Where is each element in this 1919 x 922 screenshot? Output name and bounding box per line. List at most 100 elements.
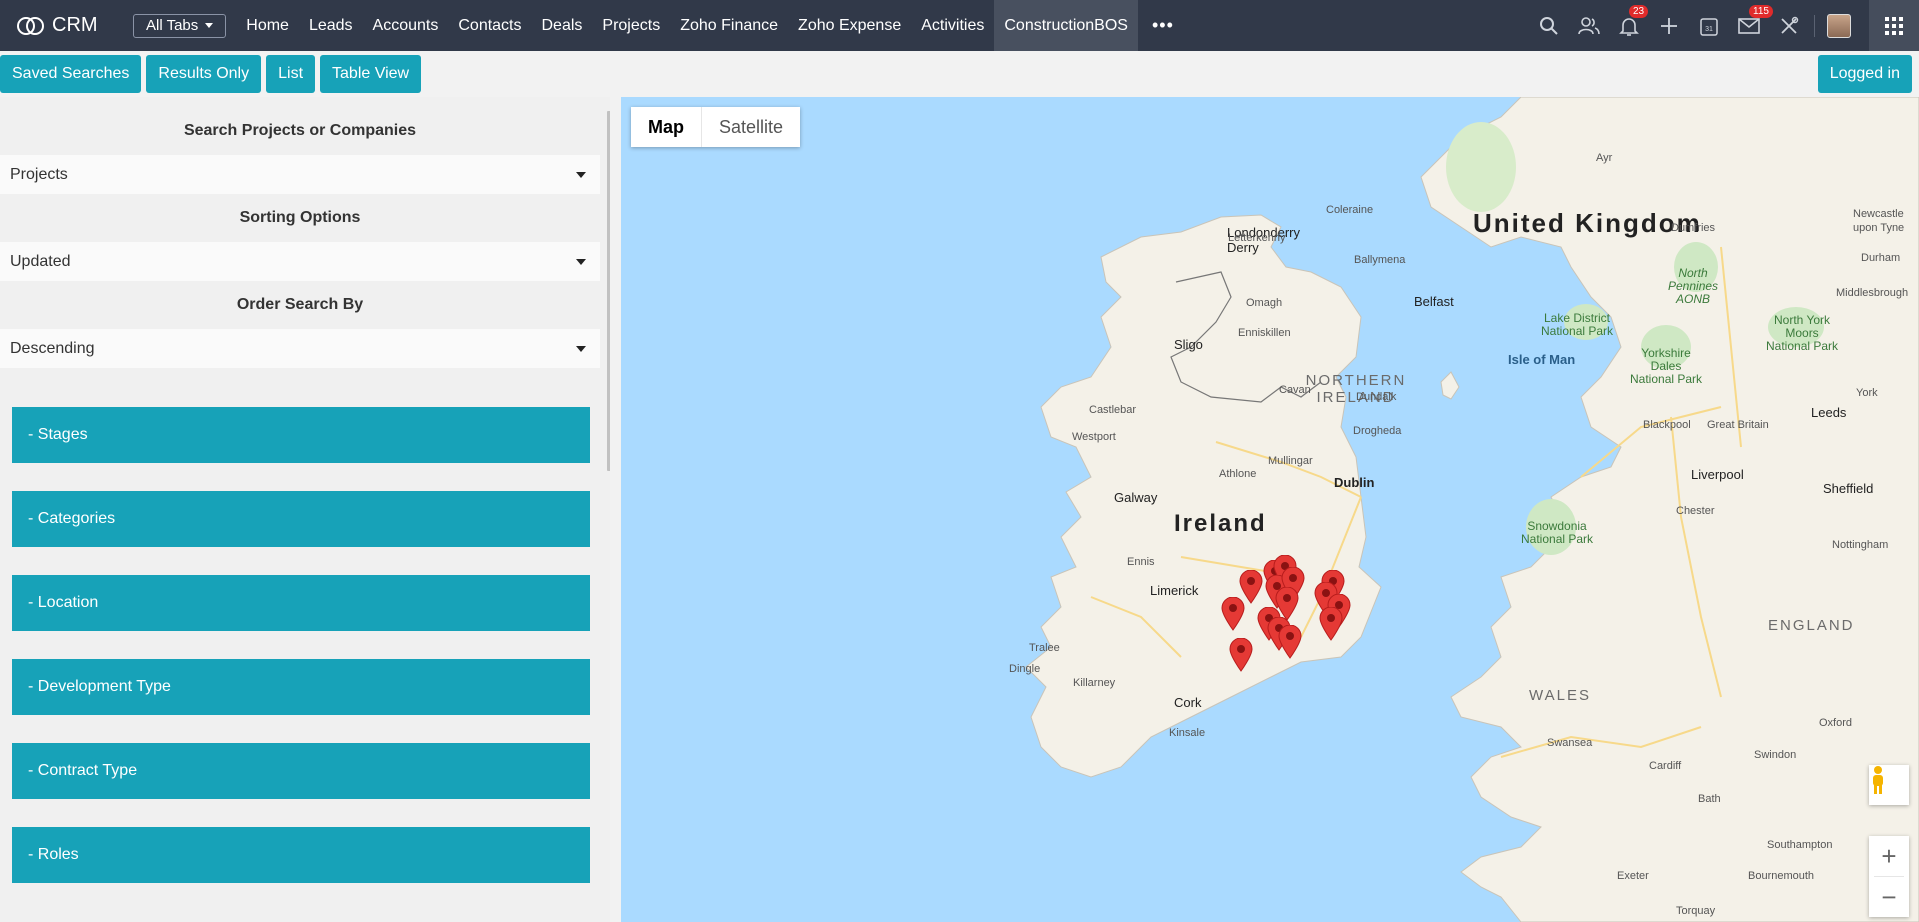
label-killarney: Killarney [1073,677,1116,689]
crm-logo[interactable]: CRM [16,14,116,37]
bell-icon [1619,17,1639,36]
sorting-select[interactable]: Updated [0,242,600,281]
notifications-button[interactable]: 23 [1609,0,1649,51]
label-torquay: Torquay [1676,905,1716,917]
create-new-button[interactable] [1649,0,1689,51]
label-swansea: Swansea [1547,737,1593,749]
label-lake-district: Lake District National Park [1541,311,1614,338]
filter-stages[interactable]: - Stages [12,407,590,463]
header-divider [1809,0,1819,51]
filter-roles[interactable]: - Roles [12,827,590,883]
nav-leads[interactable]: Leads [299,0,363,51]
nav-constructionbos[interactable]: ConstructionBOS [994,0,1138,51]
search-sidebar: Search Projects or Companies Projects So… [0,97,610,922]
calendar-day: 31 [1705,26,1713,33]
isle-of-man [1440,371,1460,400]
map-pin-icon [1229,638,1253,672]
projects-map[interactable]: United Kingdom Ireland NORTHERN IRELAND … [621,97,1919,922]
feeds-button[interactable] [1569,0,1609,51]
app-name: CRM [52,14,98,36]
filter-development-type[interactable]: - Development Type [12,659,590,715]
nav-zoho-finance[interactable]: Zoho Finance [670,0,788,51]
logged-in-button[interactable]: Logged in [1817,55,1912,93]
grid-icon [1885,16,1903,35]
setup-button[interactable] [1769,0,1809,51]
label-westport: Westport [1072,431,1116,443]
map-pin-icon [1278,625,1302,659]
all-tabs-dropdown[interactable]: All Tabs [133,13,227,38]
label-newcastle: Newcastle upon Tyne [1853,208,1905,234]
nav-accounts[interactable]: Accounts [363,0,449,51]
search-type-select[interactable]: Projects [0,155,600,194]
label-coleraine: Coleraine [1326,204,1374,216]
header-icon-group: 23 31 115 [1529,0,1919,51]
label-nottingham: Nottingham [1832,539,1889,551]
mail-button[interactable]: 115 [1729,0,1773,51]
label-limerick: Limerick [1150,583,1199,598]
scotland-green [1446,122,1516,212]
plus-icon [1661,17,1677,34]
label-cavan: Cavan [1279,384,1311,396]
profile-button[interactable] [1819,0,1859,51]
label-belfast: Belfast [1414,294,1454,309]
nav-home[interactable]: Home [236,0,299,51]
order-select[interactable]: Descending [0,329,600,368]
zoho-logo-icon [17,16,44,35]
map-type-map-button[interactable]: Map [631,107,701,147]
map-canvas [1025,97,1919,922]
label-sligo: Sligo [1174,337,1203,352]
label-ennis: Ennis [1127,556,1155,568]
nav-contacts[interactable]: Contacts [448,0,531,51]
map-type-satellite-button[interactable]: Satellite [701,107,800,147]
label-yorkshire-dales: Yorkshire Dales National Park [1630,346,1703,386]
chevron-down-icon [576,259,586,265]
saved-searches-button[interactable]: Saved Searches [0,55,142,93]
chevron-down-icon [576,346,586,352]
all-tabs-label: All Tabs [146,17,199,34]
label-dingle: Dingle [1009,663,1041,675]
label-southampton: Southampton [1767,839,1833,851]
search-icon [1540,16,1558,35]
label-drogheda: Drogheda [1353,425,1402,437]
label-bath: Bath [1698,793,1721,805]
label-chester: Chester [1676,505,1715,517]
label-leeds: Leeds [1811,405,1847,420]
mail-icon [1738,17,1760,34]
filter-contract-type[interactable]: - Contract Type [12,743,590,799]
sidebar-scrollbar-thumb[interactable] [607,111,610,471]
search-button[interactable] [1529,0,1569,51]
street-view-pegman[interactable] [1869,765,1909,805]
label-sheffield: Sheffield [1823,481,1874,496]
label-england: ENGLAND [1768,617,1855,634]
order-title: Order Search By [236,296,364,313]
label-mullingar: Mullingar [1268,455,1313,467]
table-view-button[interactable]: Table View [320,55,422,93]
nav-activities[interactable]: Activities [911,0,994,51]
label-galway: Galway [1114,490,1158,505]
results-only-button[interactable]: Results Only [146,55,262,93]
order-value: Descending [10,339,95,357]
label-dumfries: Dumfries [1671,222,1716,234]
label-athlone: Athlone [1219,468,1257,480]
calendar-button[interactable]: 31 [1689,0,1729,51]
nav-zoho-expense[interactable]: Zoho Expense [788,0,911,51]
nav-projects[interactable]: Projects [592,0,670,51]
top-navigation-bar: CRM All Tabs Home Leads Accounts Contact… [0,0,1919,51]
apps-grid-button[interactable] [1869,0,1919,51]
nav-deals[interactable]: Deals [532,0,593,51]
sorting-value: Updated [10,252,71,270]
label-castlebar: Castlebar [1089,404,1137,416]
label-kinsale: Kinsale [1169,727,1206,739]
filter-location[interactable]: - Location [12,575,590,631]
more-tabs-button[interactable]: ••• [1152,15,1174,36]
label-middlesbrough: Middlesbrough [1836,287,1909,299]
avatar [1827,13,1851,38]
list-button[interactable]: List [266,55,316,93]
zoom-out-button[interactable]: − [1881,877,1896,917]
zoom-in-button[interactable]: + [1881,836,1896,876]
notification-count-badge: 23 [1629,5,1649,18]
filter-categories[interactable]: - Categories [12,491,590,547]
label-north-york-moors: North York Moors National Park [1766,313,1839,353]
tools-icon [1781,16,1799,34]
label-snowdonia: Snowdonia National Park [1521,519,1594,546]
